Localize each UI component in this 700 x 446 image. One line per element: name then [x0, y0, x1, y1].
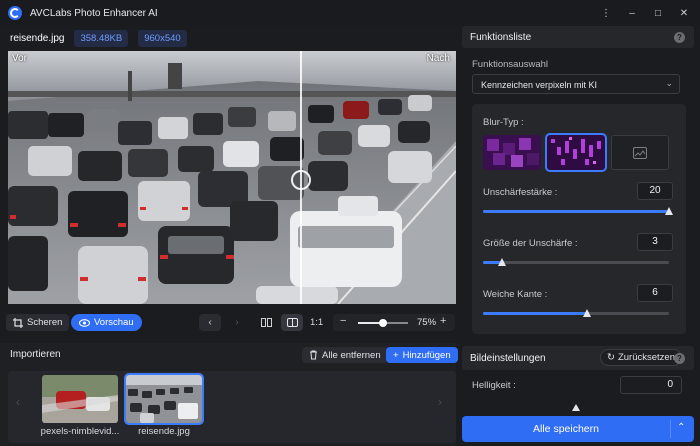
plus-icon: + [393, 349, 399, 361]
crop-icon [13, 317, 23, 328]
minimize-icon[interactable]: – [626, 8, 638, 19]
crop-button-label: Scheren [27, 317, 63, 328]
import-panel: Importieren Alle entfernen + Hinzufügen … [0, 343, 458, 446]
image-preview[interactable]: Vor Nach [8, 51, 456, 304]
trash-icon [310, 350, 317, 360]
app-title: AVCLabs Photo Enhancer AI [30, 7, 158, 19]
remove-all-button[interactable]: Alle entfernen [302, 347, 388, 363]
blur-strength-value[interactable]: 20 [637, 182, 673, 200]
chevron-down-icon: ⌄ [665, 78, 673, 88]
add-button-label: Hinzufügen [402, 349, 451, 361]
thumbnail-2[interactable] [124, 373, 204, 425]
file-size-badge: 358.48KB [74, 29, 129, 47]
blur-size-thumb[interactable] [497, 258, 506, 266]
save-all-label: Alle speichern [533, 423, 599, 435]
reset-button-label: Zurücksetzen [617, 352, 675, 363]
traffic-photo [8, 51, 456, 304]
thumbnail-2-caption: reisende.jpg [138, 426, 190, 437]
close-icon[interactable]: ✕ [678, 8, 690, 19]
function-dropdown-value: Kennzeichen verpixeln mit KI [481, 80, 598, 90]
eye-icon [79, 318, 90, 327]
chevron-left-icon: ‹ [208, 317, 212, 328]
file-info-bar: reisende.jpg 358.48KB 960x540 [0, 28, 456, 48]
reset-icon: ↻ [607, 352, 615, 363]
help-icon[interactable]: ? [674, 32, 685, 43]
thumbnail-1[interactable] [42, 375, 118, 423]
thumbnail-strip: ‹ pexels-nimblevid... reisende.jpg › [8, 371, 456, 443]
save-divider [670, 420, 671, 438]
image-icon [633, 146, 647, 159]
crop-button[interactable]: Scheren [6, 314, 70, 331]
soft-edge-thumb[interactable] [583, 309, 592, 317]
split-view-button[interactable] [281, 314, 303, 331]
file-resolution-badge: 960x540 [138, 29, 187, 47]
menu-icon[interactable]: ⋮ [600, 8, 612, 19]
blur-type-large-pixel[interactable] [483, 135, 541, 170]
blur-type-image[interactable] [611, 135, 669, 170]
thumbnail-2-image [126, 375, 202, 423]
save-all-button[interactable]: Alle speichern ⌃ [462, 416, 694, 442]
brightness-label: Helligkeit : [472, 380, 516, 391]
zoom-slider-thumb[interactable] [379, 319, 387, 327]
image-settings-title: Bildeinstellungen [470, 353, 546, 364]
split-view-icon [286, 318, 298, 327]
blur-type-label: Blur-Typ : [483, 117, 524, 128]
preview-toolbar: Scheren Vorschau ‹ › 1:1 − 75% + [0, 308, 458, 336]
remove-all-label: Alle entfernen [322, 349, 381, 361]
add-button[interactable]: + Hinzufügen [386, 347, 458, 363]
side-by-side-view-button[interactable] [255, 314, 277, 331]
soft-edge-value[interactable]: 6 [637, 284, 673, 302]
brightness-slider-thumb[interactable] [572, 404, 580, 411]
next-image-button[interactable]: › [226, 314, 248, 331]
zoom-out-icon[interactable]: − [340, 315, 346, 327]
blur-type-small-pixel[interactable] [545, 133, 607, 172]
compare-handle[interactable] [291, 170, 311, 190]
soft-edge-fill [483, 312, 588, 315]
file-name: reisende.jpg [10, 32, 65, 44]
actual-size-button[interactable]: 1:1 [310, 317, 323, 328]
reset-button[interactable]: ↻ Zurücksetzen [600, 349, 682, 366]
app-logo-icon [8, 6, 22, 20]
zoom-control: − 75% + [333, 314, 455, 331]
blur-strength-slider[interactable] [483, 207, 673, 215]
thumbs-scroll-left-icon[interactable]: ‹ [16, 395, 20, 409]
image-settings-help-icon[interactable]: ? [674, 353, 685, 364]
thumbnail-1-caption: pexels-nimblevid... [40, 426, 120, 437]
right-panel: Funktionsliste ? Funktionsauswahl Kennze… [462, 26, 700, 446]
zoom-percent: 75% [417, 317, 437, 328]
thumbnail-1-image [42, 375, 118, 423]
maximize-icon[interactable]: □ [652, 8, 664, 19]
function-selection-label: Funktionsauswahl [472, 59, 549, 70]
blur-size-slider[interactable] [483, 258, 669, 266]
soft-edge-label: Weiche Kante : [483, 289, 548, 300]
before-label: Vor [12, 53, 28, 64]
pixel-small-icon [547, 135, 605, 170]
function-list-title: Funktionsliste [470, 32, 532, 43]
previous-image-button[interactable]: ‹ [199, 314, 221, 331]
function-list-header: Funktionsliste ? [462, 26, 694, 48]
blur-strength-thumb[interactable] [665, 207, 673, 215]
blur-size-label: Größe der Unschärfe : [483, 238, 578, 249]
zoom-slider[interactable] [358, 319, 408, 327]
soft-edge-slider[interactable] [483, 309, 669, 317]
after-label: Nach [426, 53, 450, 64]
blur-strength-label: Unschärfestärke : [483, 187, 558, 198]
side-by-side-icon [260, 318, 272, 327]
blur-size-value[interactable]: 3 [637, 233, 673, 251]
thumbs-scroll-right-icon[interactable]: › [438, 395, 442, 409]
blur-strength-fill [483, 210, 669, 213]
import-title: Importieren [10, 349, 61, 360]
chevron-right-icon: › [235, 317, 239, 328]
function-dropdown[interactable]: Kennzeichen verpixeln mit KI ⌄ [472, 74, 680, 94]
brightness-value[interactable]: 0 [620, 376, 682, 394]
zoom-in-icon[interactable]: + [440, 315, 446, 327]
chevron-up-icon[interactable]: ⌃ [677, 422, 685, 433]
preview-button-label: Vorschau [94, 317, 134, 328]
preview-button[interactable]: Vorschau [71, 314, 142, 331]
window-controls: ⋮ – □ ✕ [600, 0, 690, 26]
image-settings-header: Bildeinstellungen ↻ Zurücksetzen ? [462, 346, 694, 370]
blur-settings-card: Blur-Typ : Unschärfestärke: 20 Größe de… [472, 104, 686, 334]
pixel-large-icon [483, 135, 541, 170]
title-bar: AVCLabs Photo Enhancer AI ⋮ – □ ✕ [0, 0, 700, 26]
